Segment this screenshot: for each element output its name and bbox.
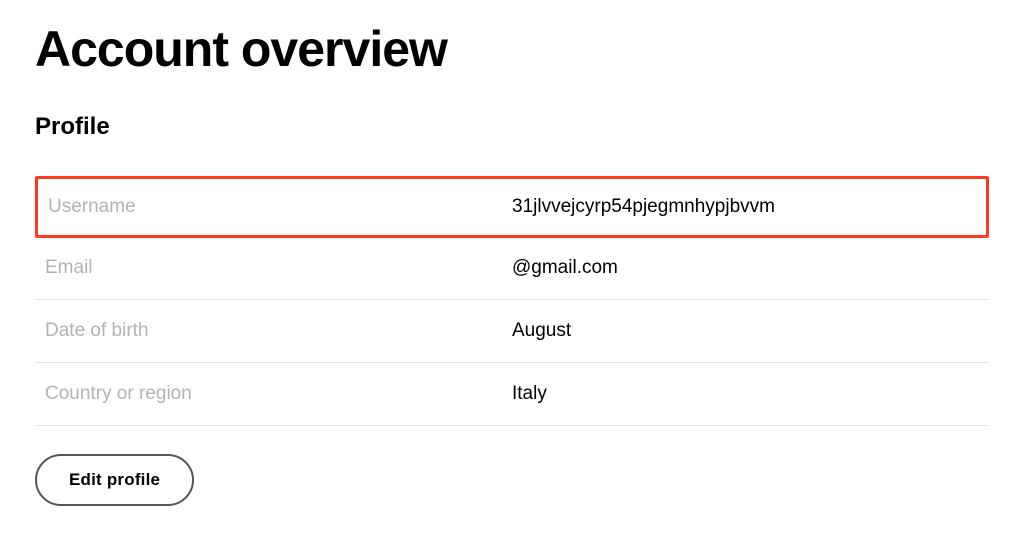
profile-value-email: @gmail.com bbox=[512, 257, 979, 279]
profile-label-country: Country or region bbox=[45, 383, 512, 405]
profile-value-username: 31jlvvejcyrp54pjegmnhypjbvvm bbox=[512, 196, 976, 218]
profile-section-title: Profile bbox=[35, 113, 989, 141]
profile-value-country: Italy bbox=[512, 383, 979, 405]
page-title: Account overview bbox=[35, 20, 989, 78]
profile-table: Username 31jlvvejcyrp54pjegmnhypjbvvm Em… bbox=[35, 176, 989, 426]
profile-label-username: Username bbox=[48, 196, 512, 218]
profile-row-email: Email @gmail.com bbox=[35, 237, 989, 300]
profile-value-dob: August bbox=[512, 320, 979, 342]
profile-label-email: Email bbox=[45, 257, 512, 279]
profile-row-country: Country or region Italy bbox=[35, 363, 989, 426]
edit-profile-button[interactable]: Edit profile bbox=[35, 454, 194, 506]
profile-row-username: Username 31jlvvejcyrp54pjegmnhypjbvvm bbox=[35, 176, 989, 238]
profile-label-dob: Date of birth bbox=[45, 320, 512, 342]
profile-row-dob: Date of birth August bbox=[35, 300, 989, 363]
